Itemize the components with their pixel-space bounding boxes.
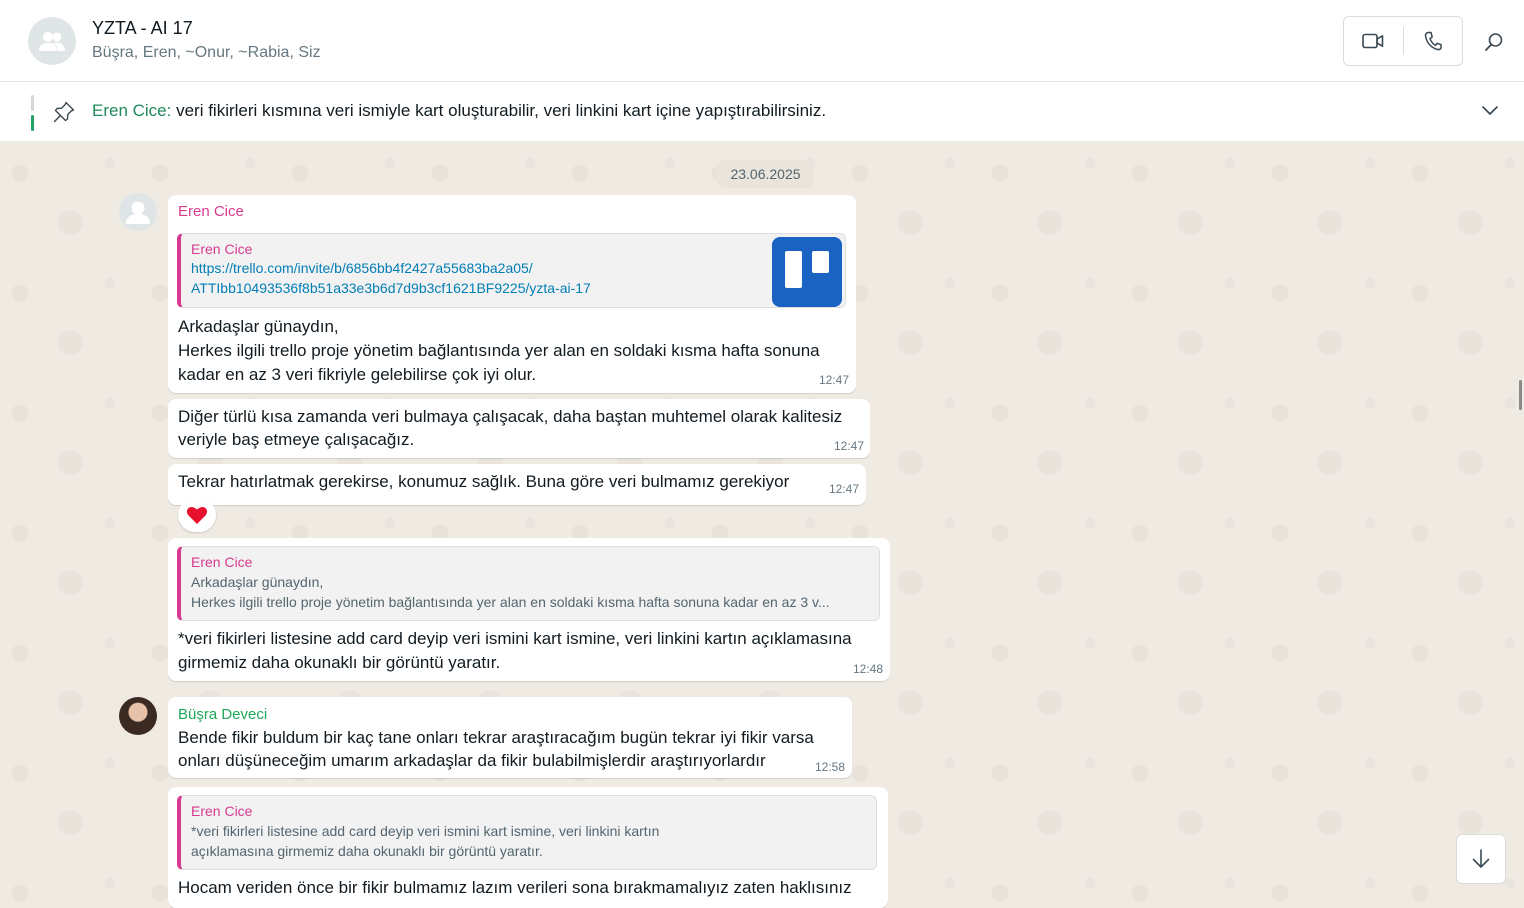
message-line: Arkadaşlar günaydın, xyxy=(178,317,339,336)
pinned-message-bar[interactable]: Eren Cice: veri fikirleri kısmına veri i… xyxy=(0,82,1524,142)
video-camera-icon xyxy=(1362,33,1384,49)
date-separator: 23.06.2025 xyxy=(717,160,814,188)
sender-name[interactable]: Eren Cice xyxy=(178,203,244,220)
message-time: 12:47 xyxy=(834,439,865,453)
pin-icon xyxy=(53,101,75,123)
message-time: 12:48 xyxy=(853,662,884,676)
message-bubble[interactable]: Eren Cice Eren Cice https://trello.com/i… xyxy=(168,195,856,393)
pinned-author: Eren Cice: xyxy=(92,101,172,120)
message-line: kadar en az 3 veri fikriyle gelebilirse … xyxy=(178,365,537,384)
message-bubble[interactable]: Eren Cice Arkadaşlar günaydın, Herkes il… xyxy=(168,538,890,681)
message-bubble[interactable]: Diğer türlü kısa zamanda veri bulmaya ça… xyxy=(168,399,870,458)
group-icon xyxy=(39,32,65,51)
scroll-to-bottom-button[interactable] xyxy=(1456,834,1506,884)
chevron-down-icon[interactable] xyxy=(1478,98,1502,122)
message-line: Diğer türlü kısa zamanda veri bulmaya ça… xyxy=(178,407,843,426)
pinned-body: veri fikirleri kısmına veri ismiyle kart… xyxy=(171,101,827,120)
trello-logo-icon xyxy=(772,237,842,307)
sender-name[interactable]: Büşra Deveci xyxy=(178,706,267,723)
heart-icon xyxy=(186,506,208,524)
voice-call-button[interactable] xyxy=(1403,17,1462,65)
default-avatar-icon xyxy=(126,201,150,224)
quote-author: Eren Cice xyxy=(191,803,253,819)
link-url-line1[interactable]: https://trello.com/invite/b/6856bb4f2427… xyxy=(191,260,533,276)
call-buttons xyxy=(1343,16,1463,66)
scrollbar-thumb[interactable] xyxy=(1519,380,1522,410)
arrow-down-icon xyxy=(1472,849,1490,868)
message-time: 12:47 xyxy=(829,482,860,496)
message-time: 12:58 xyxy=(815,760,846,774)
group-members[interactable]: Büşra, Eren, ~Onur, ~Rabia, Siz xyxy=(92,44,321,62)
quote-line: Arkadaşlar günaydın, xyxy=(191,574,324,590)
search-button[interactable] xyxy=(1478,26,1510,58)
message-bubble[interactable]: Tekrar hatırlatmak gerekirse, konumuz sa… xyxy=(168,464,866,505)
group-title[interactable]: YZTA - AI 17 xyxy=(92,18,193,39)
avatar[interactable] xyxy=(119,193,157,231)
message-line: onları düşüneceğim umarım arkadaşlar da … xyxy=(178,751,766,770)
message-line: Herkes ilgili trello proje yönetim bağla… xyxy=(178,341,820,360)
message-line: Hocam veriden önce bir fikir bulmamız la… xyxy=(178,878,852,897)
link-preview[interactable]: Eren Cice https://trello.com/invite/b/68… xyxy=(177,233,846,308)
message-line: girmemiz daha okunaklı bir görüntü yarat… xyxy=(178,653,501,672)
quote-author: Eren Cice xyxy=(191,554,253,570)
search-icon xyxy=(1485,33,1503,51)
avatar[interactable] xyxy=(119,697,157,735)
message-line: Tekrar hatırlatmak gerekirse, konumuz sa… xyxy=(178,472,790,491)
phone-icon xyxy=(1424,31,1442,51)
chat-header: YZTA - AI 17 Büşra, Eren, ~Onur, ~Rabia,… xyxy=(0,0,1524,82)
quote-line: Herkes ilgili trello proje yönetim bağla… xyxy=(191,594,830,610)
link-preview-author: Eren Cice xyxy=(191,241,253,257)
message-line: Bende fikir buldum bir kaç tane onları t… xyxy=(178,728,814,747)
quoted-message[interactable]: Eren Cice Arkadaşlar günaydın, Herkes il… xyxy=(177,546,880,621)
reaction-badge[interactable] xyxy=(178,498,216,532)
message-time: 12:47 xyxy=(819,373,850,387)
message-bubble[interactable]: Büşra Deveci Bende fikir buldum bir kaç … xyxy=(168,697,852,778)
quote-line: *veri fikirleri listesine add card deyip… xyxy=(191,823,660,839)
message-bubble[interactable]: Eren Cice *veri fikirleri listesine add … xyxy=(168,787,888,908)
link-url-line2[interactable]: ATTIbb10493536f8b51a33e3b6d7d9b3cf1621BF… xyxy=(191,280,591,296)
quoted-message[interactable]: Eren Cice *veri fikirleri listesine add … xyxy=(177,795,877,870)
message-line: *veri fikirleri listesine add card deyip… xyxy=(178,629,852,648)
quote-line: açıklamasına girmemiz daha okunaklı bir … xyxy=(191,843,543,859)
video-call-button[interactable] xyxy=(1344,17,1403,65)
message-line: veriyle baş etmeye çalışacağız. xyxy=(178,430,415,449)
group-avatar[interactable] xyxy=(28,17,76,65)
pinned-indicator xyxy=(31,95,35,131)
pinned-message-text: Eren Cice: veri fikirleri kısmına veri i… xyxy=(92,101,826,121)
